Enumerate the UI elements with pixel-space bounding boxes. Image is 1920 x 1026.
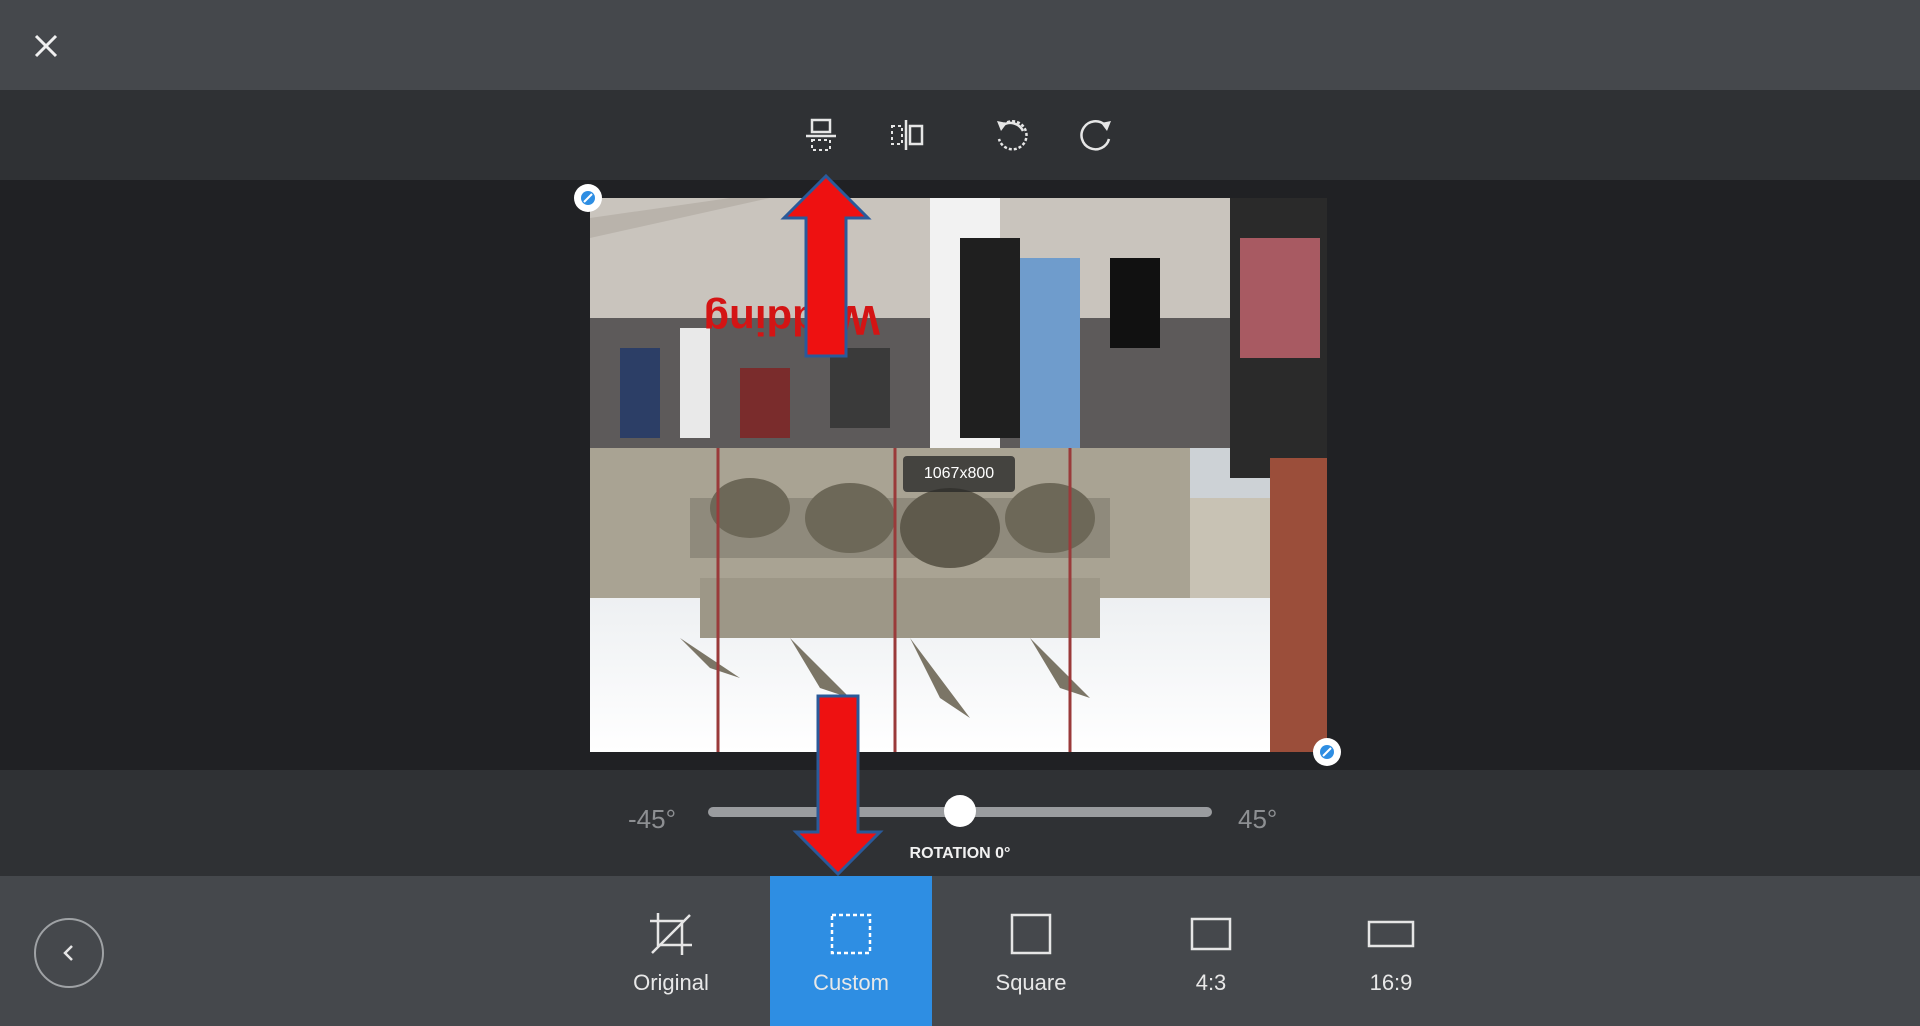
square-icon (1010, 913, 1052, 955)
top-bar (0, 0, 1920, 90)
resize-arrow-icon (581, 191, 595, 205)
back-button[interactable] (34, 918, 104, 988)
flip-vertical-button[interactable] (798, 112, 844, 158)
aspect-option-custom[interactable]: Custom (770, 876, 932, 1026)
close-icon (34, 34, 58, 58)
annotation-arrow-down (792, 694, 884, 877)
rotate-cw-icon (1080, 120, 1111, 151)
aspect-option-square[interactable]: Square (950, 876, 1112, 1026)
aspect-option-original[interactable]: Original (590, 876, 752, 1026)
close-button[interactable] (26, 26, 66, 66)
resize-arrow-icon (1320, 745, 1334, 759)
annotation-arrow-up (780, 173, 872, 358)
aspect-option-label: Square (995, 970, 1067, 995)
aspect-option-label: Custom (813, 970, 889, 995)
crop-handle-top-left[interactable] (574, 184, 602, 212)
rect-4-3-icon (1190, 917, 1232, 951)
crop-original-icon (650, 913, 692, 955)
rotation-slider-thumb[interactable] (944, 795, 976, 827)
rotate-ccw-icon (997, 120, 1028, 151)
rect-16-9-icon (1367, 920, 1415, 948)
rotation-min-label: -45° (628, 804, 676, 834)
aspect-option-label: 16:9 (1369, 970, 1413, 995)
rotation-max-label: 45° (1238, 804, 1278, 834)
crop-custom-icon (830, 913, 872, 955)
rotation-label: ROTATION 0° (909, 845, 1011, 862)
aspect-option-16-9[interactable]: 16:9 (1310, 876, 1472, 1026)
aspect-option-label: 4:3 (1195, 970, 1227, 995)
rotate-left-button[interactable] (988, 112, 1034, 158)
aspect-option-label: Original (633, 970, 709, 995)
crop-handle-bottom-right[interactable] (1313, 738, 1341, 766)
rotate-right-button[interactable] (1074, 112, 1120, 158)
transform-toolbar (0, 90, 1920, 180)
chevron-left-icon (63, 945, 73, 961)
aspect-option-4-3[interactable]: 4:3 (1130, 876, 1292, 1026)
dimensions-badge: 1067x800 (903, 456, 1015, 492)
flip-horizontal-button[interactable] (884, 112, 930, 158)
flip-vertical-icon (806, 118, 836, 151)
flip-horizontal-icon (891, 120, 924, 150)
